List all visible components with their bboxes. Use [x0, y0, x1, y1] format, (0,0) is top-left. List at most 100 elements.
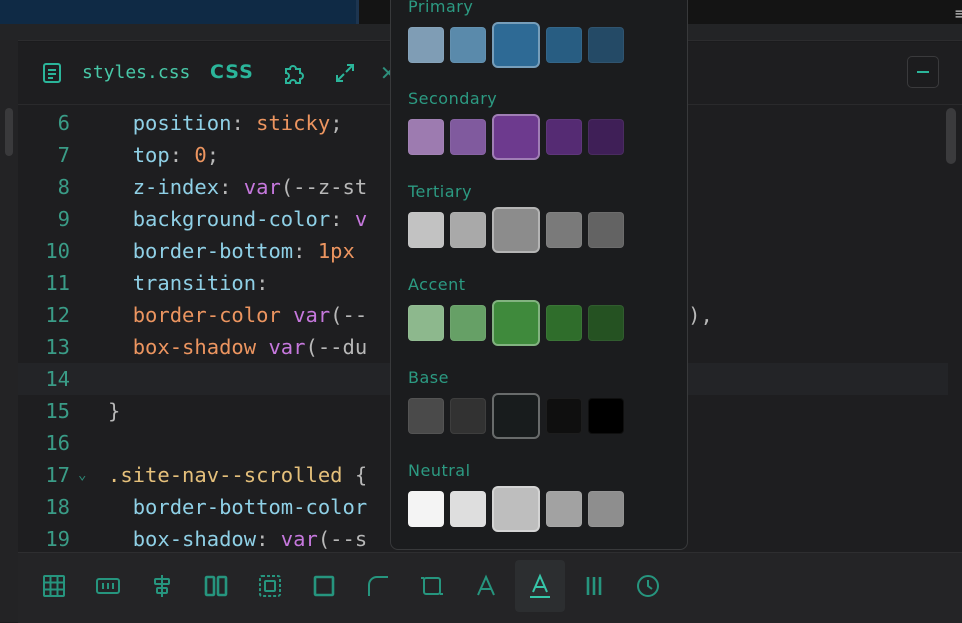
toolbar-button[interactable]: [515, 560, 565, 612]
color-swatch[interactable]: [546, 212, 582, 248]
columns-icon: [96, 578, 120, 594]
color-swatch[interactable]: [546, 491, 582, 527]
line-number: 15: [45, 399, 70, 423]
line-text: transition:: [108, 267, 269, 299]
line-text: position: sticky;: [108, 107, 343, 139]
fold-chevron-icon[interactable]: ⌄: [78, 459, 86, 491]
color-swatch[interactable]: [588, 398, 624, 434]
color-swatch[interactable]: [492, 114, 540, 160]
toolbar-button[interactable]: [407, 560, 457, 612]
line-text: border-bottom: 1px: [108, 235, 355, 267]
line-number: 14: [45, 367, 70, 391]
color-swatch[interactable]: [450, 491, 486, 527]
file-icon: [43, 63, 61, 83]
line-text: box-shadow: var(--s: [108, 523, 368, 552]
line-number: 11: [45, 271, 70, 295]
expand-icon[interactable]: [333, 61, 357, 85]
line-number: 13: [45, 335, 70, 359]
minimize-icon: [917, 71, 929, 73]
line-number: 18: [45, 495, 70, 519]
code-token: :: [231, 111, 257, 135]
line-text: [108, 427, 133, 459]
color-swatch[interactable]: [450, 27, 486, 63]
code-token: (--z-st: [280, 175, 368, 199]
color-swatch[interactable]: [450, 119, 486, 155]
toolbar-button[interactable]: [569, 560, 619, 612]
line-text: background-color: v: [108, 203, 368, 235]
code-token: :: [219, 175, 244, 199]
code-token: var: [268, 335, 306, 359]
color-swatch[interactable]: [546, 305, 582, 341]
color-swatch[interactable]: [492, 393, 540, 439]
color-swatch[interactable]: [492, 207, 540, 253]
tab-language-badge: CSS: [210, 61, 254, 83]
border-icon: [313, 575, 335, 597]
left-gutter: [0, 40, 18, 622]
color-swatch[interactable]: [492, 486, 540, 532]
left-scrollbar-thumb[interactable]: [5, 108, 13, 156]
code-token: var: [280, 527, 318, 551]
color-swatch[interactable]: [492, 300, 540, 346]
bars-icon: [586, 577, 602, 595]
line-number: 7: [57, 143, 70, 167]
code-token: {: [354, 463, 368, 487]
color-swatch[interactable]: [408, 27, 444, 63]
color-swatch[interactable]: [408, 305, 444, 341]
line-number: 19: [45, 527, 70, 551]
code-token: 0: [194, 143, 207, 167]
color-swatch[interactable]: [408, 491, 444, 527]
code-token: sticky: [256, 111, 331, 135]
color-swatch[interactable]: [588, 119, 624, 155]
toolbar-button[interactable]: [83, 560, 133, 612]
color-swatch[interactable]: [450, 212, 486, 248]
color-swatch[interactable]: [408, 119, 444, 155]
palette-group-label: Secondary: [408, 89, 498, 108]
color-swatch[interactable]: [408, 212, 444, 248]
color-swatch[interactable]: [408, 398, 444, 434]
color-swatch[interactable]: [492, 22, 540, 68]
toolbar-button[interactable]: [623, 560, 673, 612]
toolbar-button[interactable]: [137, 560, 187, 612]
toolbar-button[interactable]: [245, 560, 295, 612]
line-text: }: [108, 395, 120, 427]
editor-scrollbar-thumb[interactable]: [946, 108, 956, 164]
code-token: position: [132, 111, 232, 135]
minimize-button[interactable]: [907, 56, 939, 88]
toolbar-button[interactable]: [299, 560, 349, 612]
grid-icon: [43, 575, 65, 597]
palette-group-label: Primary: [408, 0, 474, 16]
toolbar-button[interactable]: [191, 560, 241, 612]
code-token: :: [169, 143, 195, 167]
color-swatch[interactable]: [588, 305, 624, 341]
color-swatch[interactable]: [546, 27, 582, 63]
color-swatch[interactable]: [588, 491, 624, 527]
puzzle-icon[interactable]: [281, 61, 307, 87]
color-swatch[interactable]: [546, 119, 582, 155]
palette-group-label: Accent: [408, 275, 466, 294]
toolbar-button[interactable]: [461, 560, 511, 612]
color-swatch[interactable]: [450, 305, 486, 341]
code-token: :: [293, 239, 318, 263]
line-number: 9: [57, 207, 70, 231]
tab-filename[interactable]: styles.css: [82, 62, 190, 83]
color-swatch[interactable]: [546, 398, 582, 434]
code-token: 1px: [317, 239, 355, 263]
code-token: ;: [330, 111, 343, 135]
line-number: 6: [57, 111, 70, 135]
toolbar-button[interactable]: [29, 560, 79, 612]
color-swatch[interactable]: [450, 398, 486, 434]
color-swatch[interactable]: [588, 212, 624, 248]
split-icon: [204, 575, 228, 597]
line-number: 16: [45, 431, 70, 455]
font-color-icon: [530, 573, 550, 598]
color-swatch[interactable]: [588, 27, 624, 63]
toolbar-button[interactable]: [353, 560, 403, 612]
code-token: z-index: [132, 175, 220, 199]
line-number: 8: [57, 175, 70, 199]
code-token: }: [108, 399, 121, 423]
palette-group-label: Tertiary: [408, 182, 473, 201]
line-text: [108, 363, 133, 395]
code-token: (--du: [305, 335, 368, 359]
code-token: top: [132, 143, 170, 167]
